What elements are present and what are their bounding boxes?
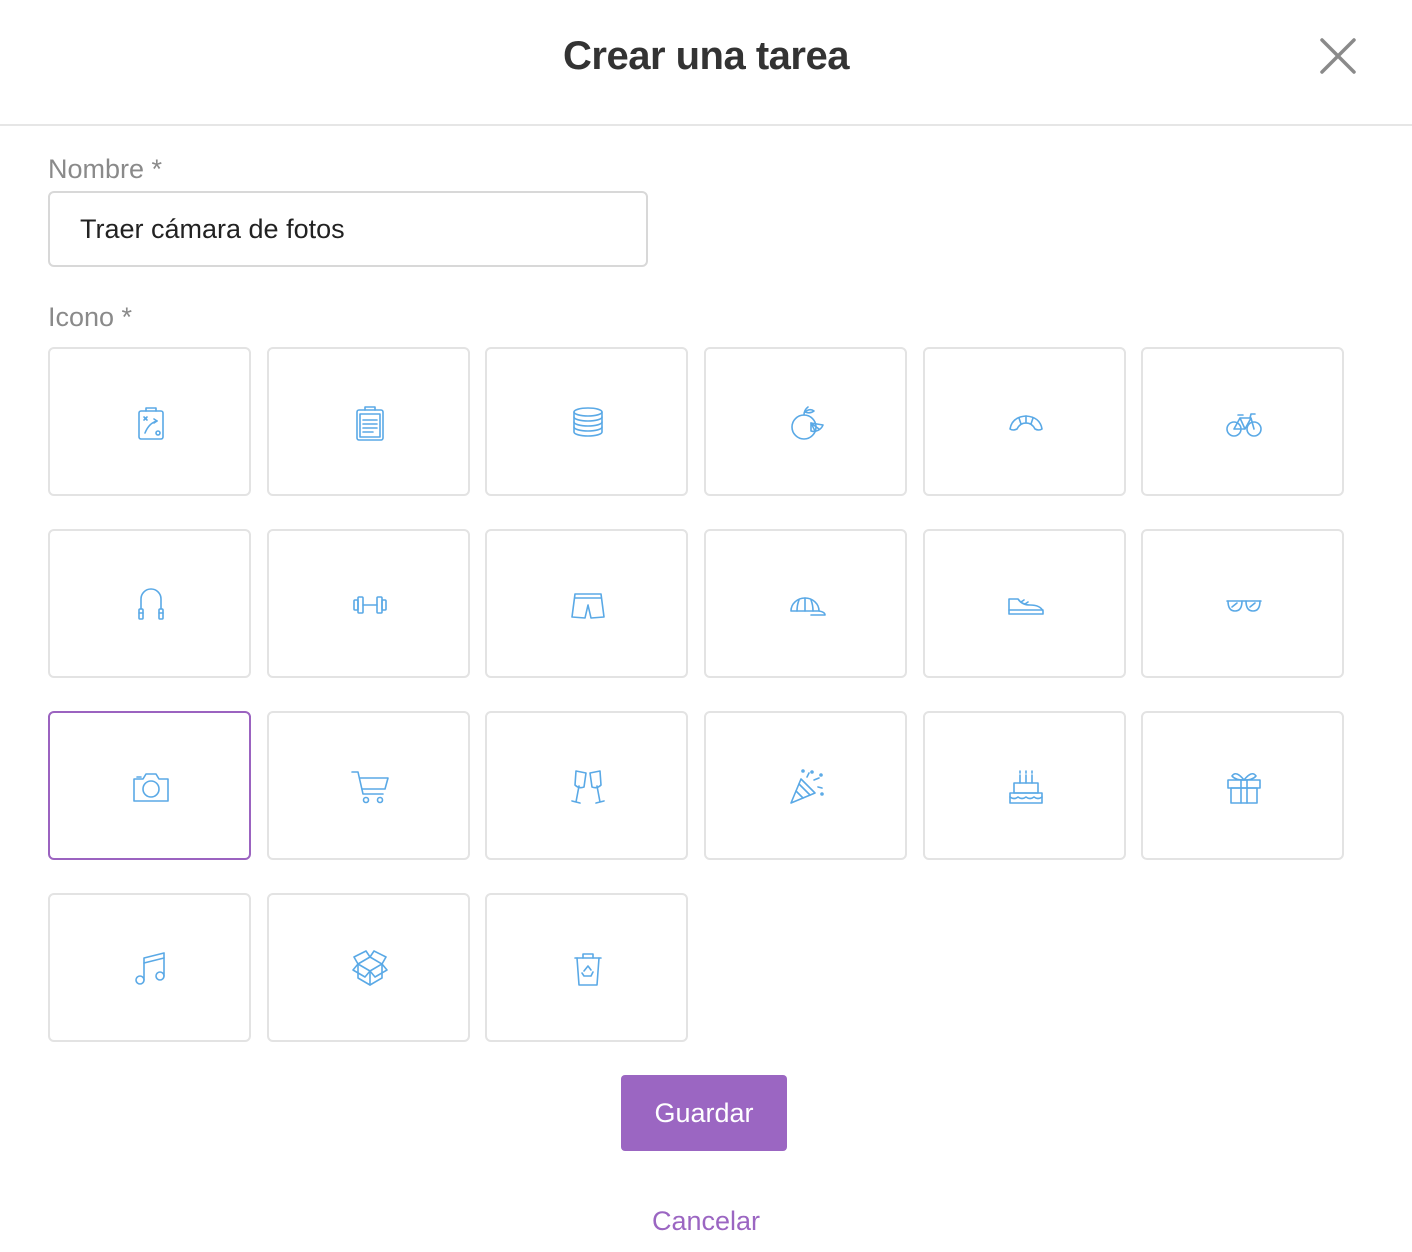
sunglasses-icon <box>1226 600 1262 612</box>
camera-icon <box>133 773 169 802</box>
dialog-header: Crear una tarea <box>0 0 1412 126</box>
recycle-bin-icon <box>574 953 602 986</box>
icon-option-gift[interactable] <box>1141 711 1344 860</box>
party-popper-icon <box>790 769 824 804</box>
croissant-icon <box>1009 415 1043 431</box>
icon-option-camera[interactable] <box>48 711 251 860</box>
birthday-cake-icon <box>1009 770 1043 804</box>
icon-option-shopping-cart[interactable] <box>267 711 470 860</box>
close-icon[interactable] <box>1314 32 1362 80</box>
icon-option-party-popper[interactable] <box>704 711 907 860</box>
icon-option-dumbbell[interactable] <box>267 529 470 678</box>
shorts-icon <box>571 593 605 619</box>
icon-option-clipboard[interactable] <box>267 347 470 496</box>
cap-icon <box>790 597 826 616</box>
save-button[interactable]: Guardar <box>621 1075 787 1151</box>
icon-option-fruit[interactable] <box>704 347 907 496</box>
jump-rope-icon <box>138 588 164 620</box>
icon-option-cap[interactable] <box>704 529 907 678</box>
icon-option-sneaker[interactable] <box>923 529 1126 678</box>
clipboard-icon <box>356 406 384 441</box>
icon-option-jump-rope[interactable] <box>48 529 251 678</box>
icon-option-recycle-bin[interactable] <box>485 893 688 1042</box>
dumbbell-icon <box>353 596 387 614</box>
icon-option-birthday-cake[interactable] <box>923 711 1126 860</box>
tactics-clipboard-icon <box>138 407 164 440</box>
sneaker-icon <box>1008 598 1044 615</box>
dialog-title: Crear una tarea <box>563 34 849 78</box>
icon-option-box[interactable] <box>267 893 470 1042</box>
open-box-icon <box>352 950 388 986</box>
fruit-icon <box>791 406 824 440</box>
coins-icon <box>573 407 603 437</box>
music-note-icon <box>135 952 165 985</box>
name-label: Nombre * <box>48 154 163 184</box>
name-input[interactable] <box>48 191 648 267</box>
cancel-link[interactable]: Cancelar <box>0 1206 1412 1237</box>
icon-option-croissant[interactable] <box>923 347 1126 496</box>
icon-option-tactics[interactable] <box>48 347 251 496</box>
icon-option-bicycle[interactable] <box>1141 347 1344 496</box>
shopping-cart-icon <box>351 771 389 804</box>
icon-option-sunglasses[interactable] <box>1141 529 1344 678</box>
gift-icon <box>1227 772 1261 804</box>
icon-option-champagne[interactable] <box>485 711 688 860</box>
champagne-glasses-icon <box>571 770 605 804</box>
icon-option-coins[interactable] <box>485 347 688 496</box>
icon-label: Icono * <box>48 302 133 332</box>
icon-option-music[interactable] <box>48 893 251 1042</box>
bicycle-icon <box>1226 413 1262 437</box>
icon-option-shorts[interactable] <box>485 529 688 678</box>
